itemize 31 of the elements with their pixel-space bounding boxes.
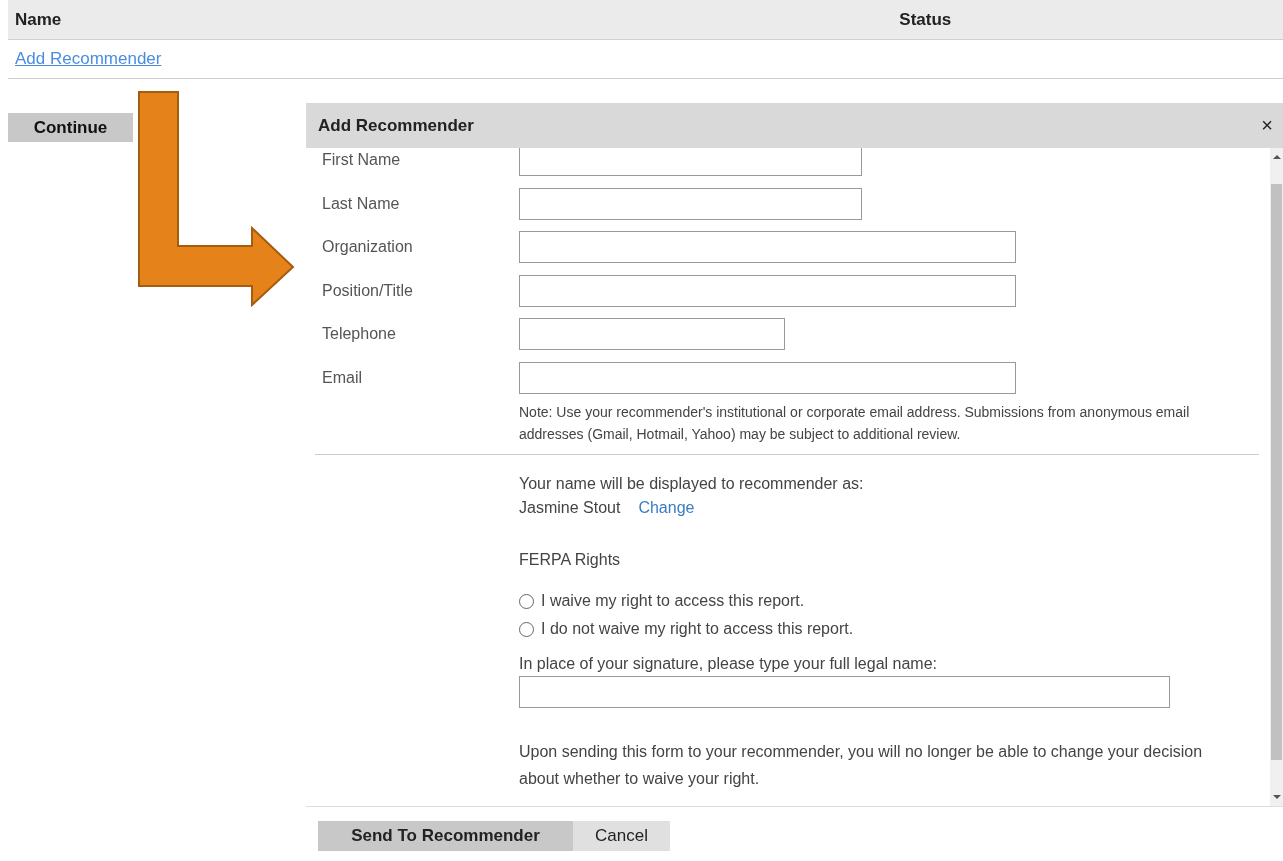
note-text: Note: Use your recommender's institutional or corporate email address. Submissions from anonymous email addresses (Gmail, Hotmail, Yahoo) may be subject to additional review.	[519, 403, 1191, 444]
input-field[interactable]	[519, 148, 862, 176]
radio-label: I do not waive my right to access this report.	[541, 620, 854, 638]
signature-field[interactable]	[519, 676, 1170, 708]
ferpa-title: FERPA Rights	[519, 551, 622, 569]
column-header: Name	[15, 9, 62, 30]
scroll-up-icon[interactable]	[1272, 154, 1281, 160]
change-link[interactable]: Change	[638, 499, 695, 517]
input-field[interactable]	[519, 318, 785, 350]
display-name-label: Your name will be displayed to recommender as:	[519, 475, 865, 493]
continue-button[interactable]: Continue	[8, 113, 133, 142]
warning-text: Upon sending this form to your recommender, you will no longer be able to change your decision about whether to waive your right.	[519, 742, 1204, 789]
field-label: Position/Title	[322, 280, 414, 301]
field-label: First Name	[322, 150, 402, 170]
scroll-down-icon[interactable]	[1272, 794, 1281, 800]
radio-label: I waive my right to access this report.	[541, 592, 805, 610]
input-field[interactable]	[519, 361, 1016, 394]
send-button[interactable]: Send To Recommender	[318, 821, 573, 851]
cancel-button[interactable]: Cancel	[573, 821, 670, 851]
scrollbar[interactable]	[1270, 148, 1283, 806]
field-label: Telephone	[322, 324, 397, 344]
field-label: Email	[322, 367, 363, 388]
input-field[interactable]	[519, 274, 1016, 307]
display-name: Jasmine Stout	[519, 499, 621, 517]
input-field[interactable]	[519, 187, 862, 220]
field-label: Organization	[322, 237, 414, 257]
signature-label: In place of your signature, please type your full legal name:	[519, 655, 939, 673]
column-header: Status	[899, 9, 952, 30]
field-label: Last Name	[322, 193, 401, 214]
dialog-title: Add Recommender	[318, 115, 474, 136]
input-field[interactable]	[519, 231, 1016, 263]
